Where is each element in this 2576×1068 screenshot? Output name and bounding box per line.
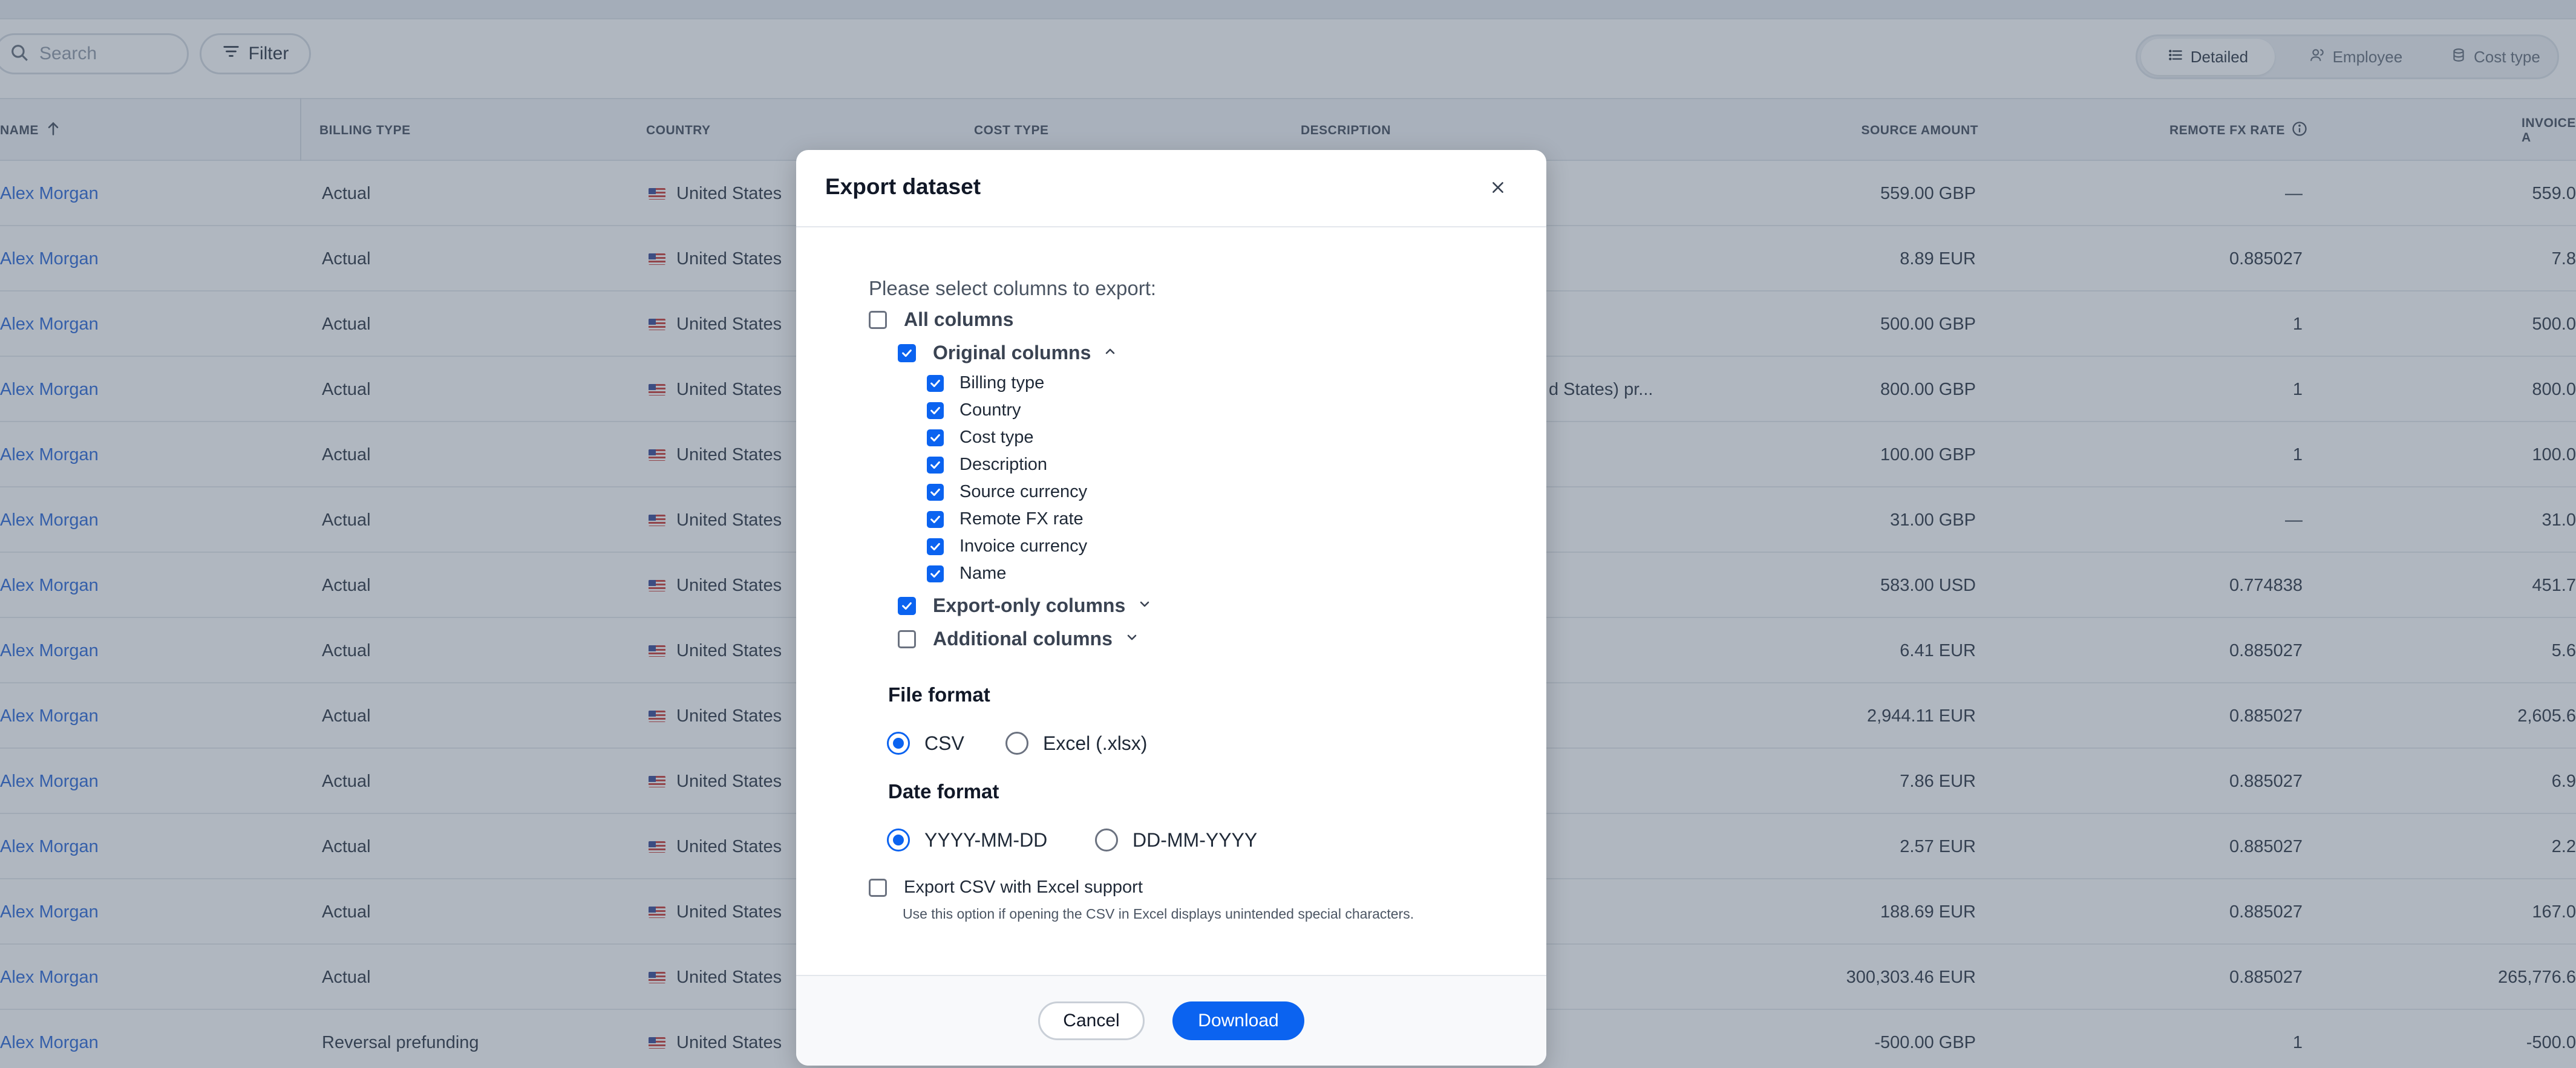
dialog-title: Export dataset <box>825 174 981 199</box>
column-option-label: Cost type <box>959 428 1034 447</box>
checkmark-icon <box>930 434 940 441</box>
column-option-checkbox[interactable]: Remote FX rate <box>927 509 1084 529</box>
column-option-box[interactable] <box>927 565 944 582</box>
checkmark-icon <box>930 570 940 578</box>
date-format-ymd-radio[interactable] <box>887 829 910 851</box>
checkmark-icon <box>902 349 912 357</box>
additional-columns-label: Additional columns <box>933 628 1113 650</box>
additional-columns-box[interactable] <box>898 630 916 648</box>
export-only-columns-box[interactable] <box>898 596 916 615</box>
column-option-label: Country <box>959 400 1021 420</box>
column-option-box[interactable] <box>927 374 944 392</box>
original-columns-checkbox[interactable]: Original columns <box>898 342 1117 364</box>
dialog-footer: Cancel Download <box>796 975 1546 1066</box>
chevron-up-icon[interactable] <box>1091 344 1117 362</box>
column-option-checkbox[interactable]: Invoice currency <box>927 536 1087 556</box>
date-format-ymd-label: YYYY-MM-DD <box>924 829 1048 851</box>
column-option-box[interactable] <box>927 402 944 419</box>
checkmark-icon <box>930 379 940 387</box>
close-button[interactable] <box>1486 177 1510 201</box>
column-option-checkbox[interactable]: Name <box>927 564 1006 584</box>
column-option-label: Source currency <box>959 482 1088 501</box>
chevron-down-icon[interactable] <box>1113 630 1139 648</box>
checkmark-icon <box>930 542 940 550</box>
columns-prompt: Please select columns to export: <box>869 277 1157 299</box>
column-option-checkbox[interactable]: Country <box>927 400 1021 420</box>
column-option-box[interactable] <box>927 538 944 555</box>
export-dataset-dialog: Export dataset Please select columns to … <box>796 150 1546 1066</box>
column-option-label: Billing type <box>959 373 1045 392</box>
checkmark-icon <box>930 461 940 469</box>
file-format-title: File format <box>888 683 990 706</box>
download-button[interactable]: Download <box>1172 1001 1304 1040</box>
dialog-header: Export dataset <box>796 150 1546 227</box>
original-columns-label: Original columns <box>933 342 1091 363</box>
file-format-xlsx-option[interactable]: Excel (.xlsx) <box>1005 732 1147 755</box>
original-columns-box[interactable] <box>898 344 916 362</box>
date-format-title: Date format <box>888 780 999 803</box>
date-format-dmy-option[interactable]: DD-MM-YYYY <box>1095 829 1257 851</box>
column-option-checkbox[interactable]: Billing type <box>927 373 1044 393</box>
column-option-box[interactable] <box>927 510 944 528</box>
export-only-columns-checkbox[interactable]: Export-only columns <box>898 594 1152 617</box>
file-format-xlsx-label: Excel (.xlsx) <box>1043 732 1148 754</box>
column-option-label: Name <box>959 564 1007 583</box>
file-format-csv-option[interactable]: CSV <box>887 732 964 755</box>
date-format-dmy-radio[interactable] <box>1095 829 1118 851</box>
column-option-label: Description <box>959 455 1048 474</box>
close-icon <box>1490 180 1506 198</box>
checkmark-icon <box>930 406 940 414</box>
checkmark-icon <box>930 488 940 496</box>
checkmark-icon <box>902 602 912 610</box>
column-option-label: Invoice currency <box>959 536 1088 556</box>
column-option-box[interactable] <box>927 429 944 446</box>
column-option-checkbox[interactable]: Description <box>927 455 1047 475</box>
file-format-csv-label: CSV <box>924 732 964 754</box>
cancel-button[interactable]: Cancel <box>1038 1001 1145 1040</box>
column-option-checkbox[interactable]: Source currency <box>927 482 1087 502</box>
export-only-columns-label: Export-only columns <box>933 594 1126 616</box>
file-format-xlsx-radio[interactable] <box>1005 732 1028 755</box>
excel-support-box[interactable] <box>869 878 887 897</box>
column-option-label: Remote FX rate <box>959 509 1084 529</box>
column-option-checkbox[interactable]: Cost type <box>927 428 1034 448</box>
all-columns-box[interactable] <box>869 310 887 329</box>
excel-support-helper: Use this option if opening the CSV in Ex… <box>903 906 1414 922</box>
excel-support-label: Export CSV with Excel support <box>904 878 1143 897</box>
excel-support-checkbox[interactable]: Export CSV with Excel support <box>869 878 1143 897</box>
checkmark-icon <box>930 515 940 523</box>
date-format-dmy-label: DD-MM-YYYY <box>1133 829 1258 851</box>
column-option-box[interactable] <box>927 456 944 474</box>
additional-columns-checkbox[interactable]: Additional columns <box>898 628 1139 650</box>
column-option-box[interactable] <box>927 483 944 501</box>
date-format-ymd-option[interactable]: YYYY-MM-DD <box>887 829 1047 851</box>
all-columns-label: All columns <box>904 308 1014 330</box>
chevron-down-icon[interactable] <box>1125 597 1152 614</box>
file-format-csv-radio[interactable] <box>887 732 910 755</box>
all-columns-checkbox[interactable]: All columns <box>869 308 1013 331</box>
